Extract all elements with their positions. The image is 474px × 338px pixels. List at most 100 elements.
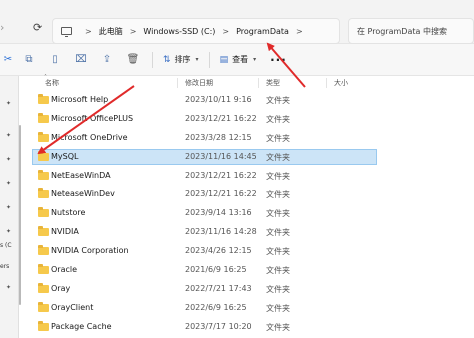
folder-icon	[38, 207, 49, 218]
breadcrumb[interactable]: > 此电脑 > Windows-SSD (C:) > ProgramData >	[52, 18, 340, 44]
toolbar-divider	[208, 51, 210, 68]
file-type: 文件夹	[266, 228, 290, 238]
column-name[interactable]: 名称	[45, 78, 59, 88]
file-name[interactable]: Oracle	[51, 265, 77, 274]
file-type: 文件夹	[266, 190, 290, 200]
table-row[interactable]: NVIDIA 2023/11/16 14:28 文件夹	[22, 223, 474, 242]
folder-icon	[38, 94, 49, 104]
breadcrumb-separator-icon: >	[129, 26, 137, 36]
share-icon[interactable]: ⇪	[94, 44, 120, 76]
table-row[interactable]: NetEaseWinDA 2023/12/21 16:22 文件夹	[22, 167, 474, 186]
sort-icon: ⇅	[163, 54, 171, 65]
forward-icon[interactable]: ›	[0, 22, 4, 33]
table-row[interactable]: NVIDIA Corporation 2023/4/26 12:15 文件夹	[22, 242, 474, 261]
this-pc-icon	[61, 27, 72, 37]
folder-icon	[38, 169, 49, 180]
file-type: 文件夹	[266, 96, 290, 105]
file-type: 文件夹	[266, 133, 290, 143]
pin-icon: ✦	[6, 180, 12, 187]
chevron-down-icon: ▾	[195, 56, 199, 63]
breadcrumb-separator-icon: >	[295, 26, 303, 36]
column-divider[interactable]	[177, 78, 178, 88]
view-button[interactable]: ▤ 查看 ▾	[216, 49, 261, 71]
file-name[interactable]: Nutstore	[51, 208, 85, 217]
file-modified-date: 2023/12/21 16:22	[185, 189, 257, 199]
sort-button[interactable]: ⇅ 排序 ▾	[159, 49, 203, 71]
file-name[interactable]: Microsoft OneDrive	[51, 133, 128, 142]
refresh-icon[interactable]: ⟳	[33, 22, 42, 33]
folder-icon	[38, 226, 49, 237]
command-bar: ✂ ⧉ ▯ ⌧ ⇪ 🗑 ⇅ 排序 ▾ ▤ 查看 ▾ ···	[0, 44, 474, 76]
file-type: 文件夹	[266, 114, 290, 124]
breadcrumb-separator-icon: >	[222, 26, 230, 36]
folder-icon	[38, 131, 49, 142]
folder-icon	[38, 188, 49, 199]
table-row[interactable]: Package Cache 2023/7/17 10:20 文件夹	[22, 318, 474, 337]
file-name[interactable]: NeteaseWinDev	[51, 189, 115, 198]
pin-icon: ✦	[6, 132, 12, 139]
column-header: ˄ 名称 修改日期 类型 大小	[22, 74, 474, 90]
file-name[interactable]: Oray	[51, 284, 70, 293]
table-row[interactable]: NeteaseWinDev 2023/12/21 16:22 文件夹	[22, 185, 474, 204]
file-type: 文件夹	[266, 171, 290, 181]
breadcrumb-drive-c[interactable]: Windows-SSD (C:)	[143, 27, 215, 36]
file-modified-date: 2022/6/9 16:25	[185, 302, 247, 312]
file-modified-date: 2023/11/16 14:45	[185, 151, 257, 161]
file-name[interactable]: Microsoft OfficePLUS	[51, 114, 133, 123]
folder-icon	[38, 320, 49, 331]
breadcrumb-separator-icon: >	[85, 26, 92, 36]
copy-icon[interactable]: ⧉	[16, 44, 42, 76]
folder-icon	[38, 112, 49, 123]
table-row[interactable]: Microsoft Help 2023/10/11 9:16 文件夹	[22, 91, 474, 110]
file-list: Microsoft Help 2023/10/11 9:16 文件夹 Microsof…	[22, 91, 474, 337]
file-modified-date: 2023/12/21 16:22	[185, 170, 257, 180]
file-type: 文件夹	[266, 247, 290, 257]
file-modified-date: 2023/4/26 12:15	[185, 246, 252, 256]
table-row[interactable]: Oracle 2021/6/9 16:25 文件夹	[22, 261, 474, 280]
rename-icon[interactable]: ⌧	[68, 44, 94, 76]
column-size[interactable]: 大小	[334, 78, 348, 88]
breadcrumb-programdata[interactable]: ProgramData	[236, 27, 289, 36]
file-modified-date: 2023/9/14 13:16	[185, 208, 252, 218]
column-divider[interactable]	[258, 78, 259, 88]
toolbar-divider	[152, 51, 153, 68]
file-name[interactable]: NetEaseWinDA	[51, 171, 111, 180]
more-options-icon[interactable]: ···	[270, 53, 287, 67]
file-type: 文件夹	[266, 303, 290, 313]
file-modified-date: 2023/11/16 14:28	[185, 227, 257, 237]
table-row[interactable]: OrayClient 2022/6/9 16:25 文件夹	[22, 299, 474, 318]
column-date[interactable]: 修改日期	[185, 78, 213, 88]
sort-label: 排序	[174, 55, 191, 64]
file-name[interactable]: MySQL	[51, 152, 78, 161]
nav-item-fragment[interactable]: ers	[0, 263, 9, 270]
table-row[interactable]: Oray 2022/7/21 17:43 文件夹	[22, 280, 474, 299]
view-icon: ▤	[219, 54, 229, 65]
file-type: 文件夹	[266, 284, 290, 294]
paste-icon[interactable]: ▯	[42, 44, 68, 76]
breadcrumb-this-pc[interactable]: 此电脑	[99, 26, 123, 37]
delete-icon[interactable]: 🗑	[120, 44, 146, 76]
cut-icon[interactable]: ✂	[0, 44, 16, 76]
column-type[interactable]: 类型	[266, 78, 280, 88]
file-name[interactable]: Microsoft Help	[51, 95, 108, 104]
nav-item-fragment[interactable]: s (C	[0, 242, 12, 249]
pin-icon: ✦	[6, 100, 12, 107]
folder-icon	[38, 245, 49, 256]
file-name[interactable]: OrayClient	[51, 303, 93, 312]
table-row[interactable]: Microsoft OfficePLUS 2023/12/21 16:22 文件夹	[22, 110, 474, 129]
file-modified-date: 2022/7/21 17:43	[185, 283, 252, 293]
file-modified-date: 2023/7/17 10:20	[185, 321, 252, 331]
folder-icon	[38, 150, 49, 161]
search-input[interactable]: 在 ProgramData 中搜索	[348, 18, 474, 44]
table-row[interactable]: Nutstore 2023/9/14 13:16 文件夹	[22, 204, 474, 223]
file-modified-date: 2023/3/28 12:15	[185, 132, 252, 142]
file-name[interactable]: NVIDIA Corporation	[51, 246, 129, 255]
file-modified-date: 2023/10/11 9:16	[185, 95, 252, 104]
table-row[interactable]: MySQL 2023/11/16 14:45 文件夹	[22, 148, 474, 167]
file-modified-date: 2021/6/9 16:25	[185, 265, 247, 275]
column-divider[interactable]	[326, 78, 327, 88]
table-row[interactable]: Microsoft OneDrive 2023/3/28 12:15 文件夹	[22, 129, 474, 148]
file-name[interactable]: NVIDIA	[51, 227, 79, 236]
nav-scrollbar[interactable]	[19, 125, 21, 305]
file-name[interactable]: Package Cache	[51, 322, 112, 331]
